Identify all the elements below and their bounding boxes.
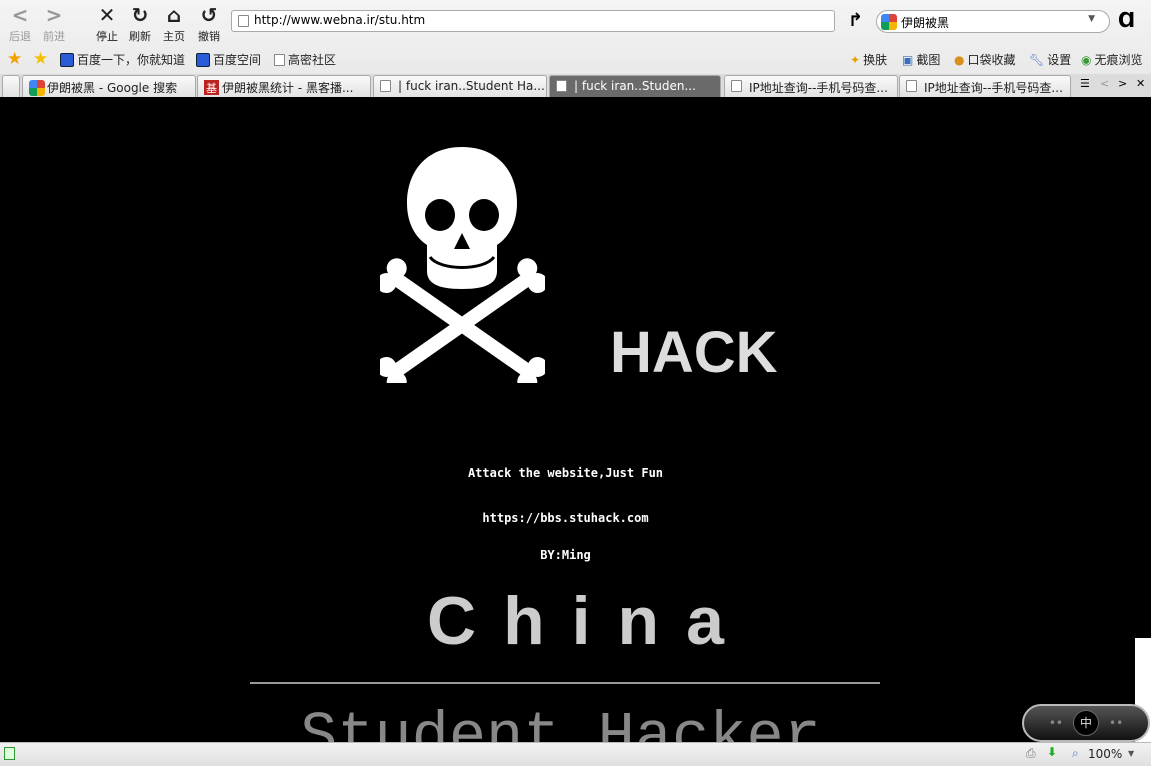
- close-tab-icon[interactable]: ✕: [1136, 77, 1145, 90]
- pocket-icon: ●: [954, 52, 965, 67]
- bookmark-baidu[interactable]: 百度一下，你就知道: [60, 51, 185, 68]
- baidu-icon: [60, 52, 74, 67]
- star-icon[interactable]: ★: [7, 49, 22, 69]
- zoom-icon: ⌕: [1072, 746, 1079, 760]
- download-icon[interactable]: ⬇: [1047, 745, 1057, 759]
- ime-toolbar[interactable]: •• 中 ••: [1022, 704, 1150, 742]
- undo-icon: ↺: [200, 3, 218, 27]
- baidu-icon: [196, 52, 210, 67]
- tab[interactable]: 基伊朗被黑统计 - 黑客播...: [197, 75, 371, 97]
- tab[interactable]: IP地址查询--手机号码查...: [899, 75, 1071, 97]
- author: BY:Ming: [540, 548, 591, 562]
- forward-arrow-icon: >: [45, 3, 63, 27]
- search-icon[interactable]: Ɑ: [1118, 8, 1135, 32]
- google-icon: [29, 80, 45, 96]
- tab-scroll-left-icon[interactable]: <: [1100, 77, 1109, 90]
- status-bar: ⎙ ⬇ ⌕ 100% ▼: [0, 742, 1151, 766]
- wand-icon: ✦: [850, 52, 861, 67]
- home-icon: ⌂: [166, 3, 182, 27]
- page-content: HACK Attack the website,Just Fun https:/…: [0, 97, 1151, 742]
- add-favorite-icon[interactable]: ★: [33, 49, 48, 69]
- divider: [250, 682, 880, 684]
- refresh-icon: ↻: [131, 3, 149, 27]
- tool-private[interactable]: ◉ 无痕浏览: [1081, 51, 1143, 68]
- site-link[interactable]: https://bbs.stuhack.com: [0, 511, 1131, 525]
- google-icon: [881, 14, 897, 30]
- page-icon: [238, 15, 249, 27]
- wrench-icon: 🔧︎: [1029, 52, 1045, 67]
- undo-button[interactable]: ↺ 撤销: [192, 2, 226, 44]
- tab[interactable]: 伊朗被黑 - Google 搜索: [22, 75, 196, 97]
- skull-crossbones-icon: [380, 147, 545, 383]
- tab[interactable]: IP地址查询--手机号码查...: [724, 75, 898, 97]
- page-icon: [274, 53, 285, 66]
- tool-pocket[interactable]: ● 口袋收藏: [954, 51, 1016, 68]
- search-input[interactable]: 伊朗被黑 ▼: [876, 10, 1110, 33]
- ime-mode[interactable]: 中: [1073, 710, 1099, 736]
- site-icon: 基: [204, 80, 219, 95]
- tab-bar: 伊朗被黑 - Google 搜索 基伊朗被黑统计 - 黑客播... | fuck…: [0, 74, 1151, 97]
- tool-skin[interactable]: ✦ 换肤: [850, 51, 887, 68]
- bookmark-baidu-space[interactable]: 百度空间: [196, 51, 261, 68]
- chevron-down-icon[interactable]: ▼: [1088, 14, 1095, 24]
- browser-chrome: < 后退 > 前进 ✕ 停止 ↻ 刷新 ⌂ 主页 ↺ 撤销 http://www.webna…: [0, 0, 1151, 97]
- address-bar[interactable]: http://www.webna.ir/stu.htm: [231, 10, 835, 32]
- tab-active[interactable]: | fuck iran..Studen...: [549, 75, 721, 97]
- footer-heading: Student Hacker: [300, 702, 821, 742]
- tool-screenshot[interactable]: ▣ 截图: [902, 51, 940, 68]
- back-arrow-icon: <: [11, 3, 29, 27]
- stop-button[interactable]: ✕ 停止: [90, 2, 124, 44]
- chevron-down-icon[interactable]: ▼: [1128, 749, 1134, 758]
- page-icon: [556, 80, 567, 92]
- tab-menu[interactable]: [2, 75, 20, 97]
- private-browsing-icon: ◉: [1081, 52, 1092, 67]
- page-icon: [731, 80, 742, 92]
- tagline: Attack the website,Just Fun: [467, 466, 664, 480]
- printer-icon[interactable]: ⎙: [1026, 746, 1036, 761]
- refresh-button[interactable]: ↻ 刷新: [123, 2, 157, 44]
- close-icon: ✕: [98, 3, 116, 27]
- hack-heading: HACK: [610, 320, 778, 385]
- tab[interactable]: | fuck iran..Student Ha...: [373, 75, 547, 97]
- page-status-icon: [4, 747, 15, 760]
- home-button[interactable]: ⌂ 主页: [157, 2, 191, 44]
- page-icon: [906, 80, 917, 92]
- ime-dots: ••: [1048, 716, 1063, 730]
- ime-dots: ••: [1109, 716, 1124, 730]
- bookmark-gaomi[interactable]: 高密社区: [274, 51, 336, 68]
- china-heading: China: [427, 583, 751, 659]
- back-button[interactable]: < 后退: [3, 2, 37, 44]
- go-icon[interactable]: ↱: [848, 10, 863, 31]
- screenshot-icon: ▣: [902, 52, 914, 67]
- zoom-level[interactable]: 100%: [1088, 747, 1122, 761]
- tab-scroll-right-icon[interactable]: >: [1118, 77, 1127, 90]
- page-icon: [380, 80, 391, 92]
- forward-button[interactable]: > 前进: [37, 2, 71, 44]
- tab-list-icon[interactable]: ☰: [1080, 77, 1090, 90]
- tool-settings[interactable]: 🔧︎ 设置: [1029, 51, 1071, 68]
